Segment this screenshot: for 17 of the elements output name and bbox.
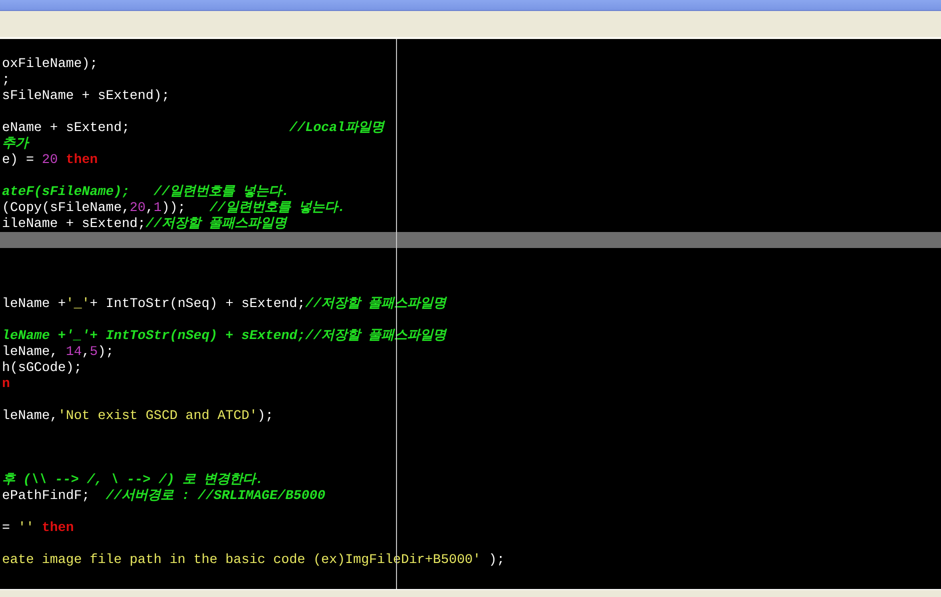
code-line: oxFileName); <box>1 56 99 72</box>
code-line: n <box>1 376 11 392</box>
code-line: ; <box>1 72 11 88</box>
code-line: = '' then <box>1 520 75 536</box>
code-line: sFileName + sExtend); <box>1 88 171 104</box>
code-line: ileName + sExtend;//저장할 풀패스파일명 <box>1 216 288 232</box>
code-line: (Copy(sFileName,20,1)); //일련번호를 넣는다. <box>1 200 346 216</box>
code-line: eName + sExtend; //Local파일명 <box>1 120 386 136</box>
code-line: 추가 <box>1 136 30 152</box>
code-line: h(sGCode); <box>1 360 83 376</box>
code-line: ateF(sFileName); //일련번호를 넣는다. <box>1 184 291 200</box>
code-line: leName, 14,5); <box>1 344 115 360</box>
code-line: e) = 20 then <box>1 152 99 168</box>
code-line: ePathFindF; //서버경로 : //SRLIMAGE/B5000 <box>1 488 326 504</box>
code-line: 후 (\\ --> /, \ --> /) 로 변경한다. <box>1 472 265 488</box>
code-editor[interactable] <box>0 39 941 589</box>
code-line: leName,'Not exist GSCD and ATCD'); <box>1 408 274 424</box>
